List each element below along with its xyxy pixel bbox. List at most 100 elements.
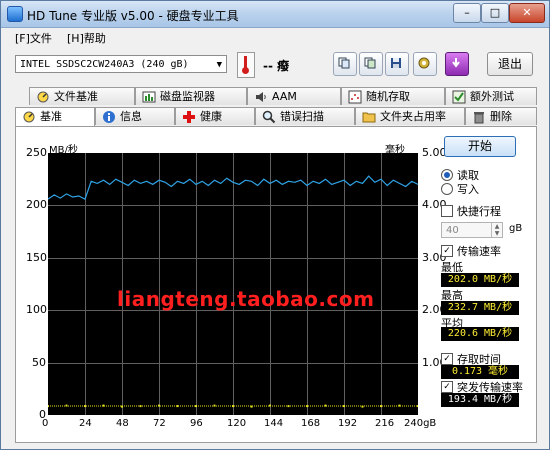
title-bar: HD Tune 专业版 v5.00 - 硬盘专业工具 – □ ✕ — [1, 1, 549, 28]
tab-label: 删除 — [490, 110, 512, 123]
y-left-tick-label: 100 — [26, 303, 47, 317]
window-title: HD Tune 专业版 v5.00 - 硬盘专业工具 — [27, 9, 239, 23]
x-tick-label: 24 — [79, 418, 92, 429]
write-radio[interactable] — [441, 183, 453, 195]
x-tick-label: 192 — [338, 418, 358, 429]
camera-icon — [418, 57, 430, 69]
tab-label: AAM — [272, 90, 297, 103]
tab-aam[interactable]: AAM — [247, 87, 341, 105]
random-access-icon — [348, 90, 362, 104]
x-tick-label: 72 — [153, 418, 166, 429]
transfer-rate-checkbox[interactable]: ✓ — [441, 245, 453, 257]
quick-path-unit: gB — [509, 223, 523, 234]
copy-all-button[interactable] — [359, 52, 383, 76]
copy-icon — [338, 57, 350, 69]
min-value: 202.0 MB/秒 — [441, 273, 519, 287]
tab-label: 磁盘监视器 — [160, 90, 215, 103]
close-button[interactable]: ✕ — [509, 3, 545, 23]
transfer-rate-line — [48, 175, 418, 200]
copy-info-button[interactable] — [333, 52, 357, 76]
tab-delete[interactable]: 删除 — [465, 107, 537, 125]
y-right-tick-label: 5.00 — [422, 146, 447, 159]
tab-folder-usage[interactable]: 文件夹占用率 — [355, 107, 465, 125]
temperature-readout: -- 癈 — [263, 59, 290, 73]
tab-label: 额外测试 — [470, 90, 514, 103]
tab-label: 信息 — [120, 110, 142, 123]
start-button[interactable]: 开始 — [444, 136, 516, 157]
tab-benchmark[interactable]: 基准 — [15, 107, 95, 127]
tab-error-scan[interactable]: 错误扫描 — [255, 107, 355, 125]
thermometer-icon — [237, 52, 255, 78]
copy-all-icon — [364, 57, 376, 69]
x-tick-label: 120 — [227, 418, 247, 429]
menu-help[interactable]: [H]帮助 — [67, 30, 106, 46]
tab-label: 健康 — [200, 110, 222, 123]
access-time-checkbox[interactable]: ✓ — [441, 353, 453, 365]
tab-label: 文件夹占用率 — [380, 110, 446, 123]
info-icon — [103, 111, 115, 123]
avg-value: 220.6 MB/秒 — [441, 327, 519, 341]
x-tick-label: 240gB — [404, 418, 437, 429]
disk-monitor-icon — [142, 91, 156, 103]
trash-icon — [474, 112, 484, 124]
minimize-button[interactable]: – — [453, 3, 481, 23]
tab-random-access[interactable]: 随机存取 — [341, 87, 445, 105]
transfer-rate-label: 传输速率 — [457, 245, 501, 258]
x-tick-label: 168 — [301, 418, 321, 429]
tab-info[interactable]: 信息 — [95, 107, 175, 125]
quick-path-size-input[interactable]: 40 ▲ ▼ — [441, 222, 503, 238]
y-left-tick-label: 150 — [26, 250, 47, 264]
spinner-arrows-icon[interactable]: ▲ ▼ — [491, 223, 502, 237]
menu-bar: [F]文件 [H]帮助 — [1, 28, 549, 46]
watermark-text: liangteng.taobao.com — [117, 287, 375, 311]
speaker-icon — [256, 92, 266, 102]
benchmark-chart — [48, 153, 418, 415]
x-tick-label: 48 — [116, 418, 129, 429]
x-tick-label: 144 — [264, 418, 284, 429]
quick-path-size-value: 40 — [446, 225, 459, 236]
app-icon — [7, 6, 23, 22]
error-scan-icon — [262, 110, 276, 124]
burst-rate-value: 193.4 MB/秒 — [441, 393, 519, 407]
toolbar: INTEL SSDSC2CW240A3 (240 gB) ▼ -- 癈 退出 — [1, 47, 549, 81]
drive-select-value: INTEL SSDSC2CW240A3 (240 gB) — [20, 59, 189, 70]
drive-select[interactable]: INTEL SSDSC2CW240A3 (240 gB) ▼ — [15, 55, 227, 73]
tab-file-benchmark[interactable]: 文件基准 — [29, 87, 135, 105]
benchmark-icon — [23, 111, 35, 123]
write-label: 写入 — [457, 183, 479, 196]
y-left-tick-label: 200 — [26, 198, 47, 212]
extra-tests-icon — [452, 90, 466, 104]
screenshot-button[interactable] — [413, 52, 437, 76]
maximize-button[interactable]: □ — [481, 3, 509, 23]
tab-label: 随机存取 — [366, 90, 410, 103]
app-window: HD Tune 专业版 v5.00 - 硬盘专业工具 – □ ✕ [F]文件 [… — [0, 0, 550, 450]
save-button[interactable] — [385, 52, 409, 76]
max-value: 232.7 MB/秒 — [441, 301, 519, 315]
access-time-value: 0.173 毫秒 — [441, 365, 519, 379]
exit-button[interactable]: 退出 — [487, 52, 533, 76]
quick-path-checkbox[interactable] — [441, 205, 453, 217]
floppy-disk-icon — [391, 58, 401, 68]
folder-icon — [362, 112, 376, 123]
y-left-tick-label: 250 — [26, 146, 47, 159]
chart-plot — [48, 175, 418, 408]
y-left-tick-label: 50 — [32, 355, 46, 369]
read-radio[interactable] — [441, 169, 453, 181]
access-time-point — [417, 405, 418, 408]
chevron-down-icon: ▼ — [216, 60, 222, 70]
options-button[interactable] — [445, 52, 469, 76]
tab-disk-monitor[interactable]: 磁盘监视器 — [135, 87, 247, 105]
quick-path-label: 快捷行程 — [457, 205, 501, 218]
burst-rate-checkbox[interactable]: ✓ — [441, 381, 453, 393]
menu-file[interactable]: [F]文件 — [15, 30, 52, 46]
x-tick-label: 96 — [190, 418, 203, 429]
tab-health[interactable]: 健康 — [175, 107, 255, 125]
tab-label: 基准 — [40, 110, 62, 123]
tab-label: 文件基准 — [54, 90, 98, 103]
tab-label: 错误扫描 — [280, 110, 324, 123]
tab-extra-tests[interactable]: 额外测试 — [445, 87, 537, 105]
x-tick-label: 216 — [375, 418, 395, 429]
x-tick-label: 0 — [42, 418, 49, 429]
download-arrow-icon — [452, 58, 460, 68]
benchmark-icon — [37, 91, 49, 103]
